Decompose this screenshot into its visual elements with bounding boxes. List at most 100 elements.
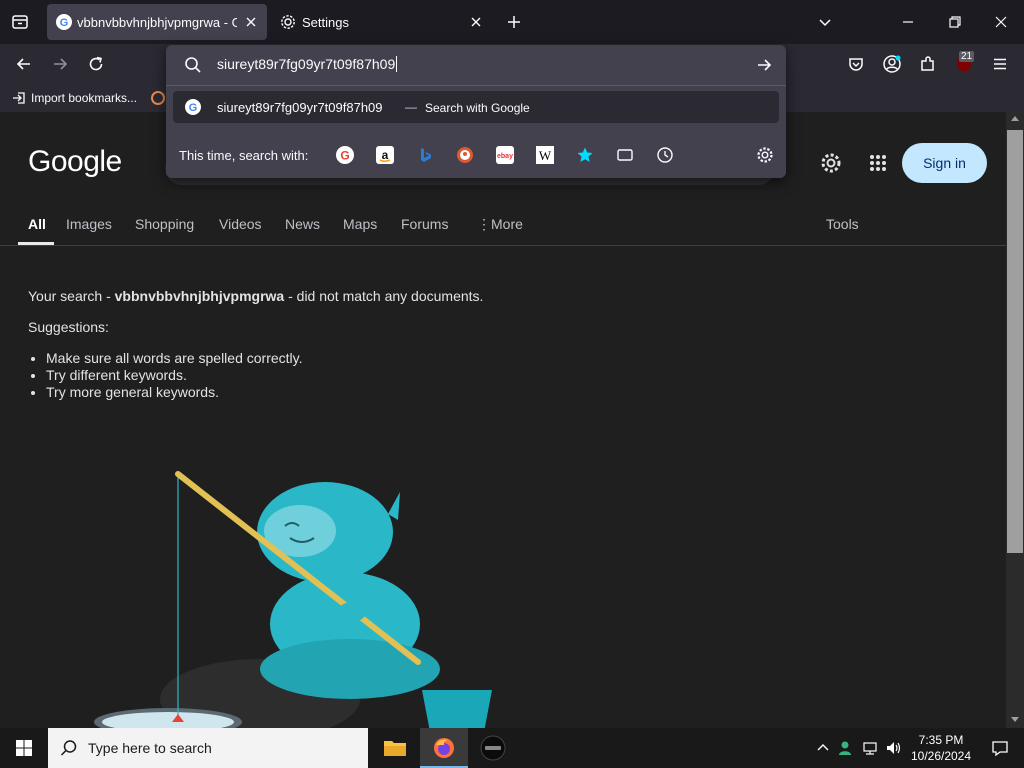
extension-badge: 21: [959, 51, 975, 62]
taskbar-search-placeholder: Type here to search: [88, 740, 212, 756]
suggestion-separator: —: [405, 100, 417, 114]
firefox-taskbar-icon[interactable]: [420, 728, 468, 768]
tab-news[interactable]: News: [285, 216, 320, 232]
tab-all[interactable]: All: [28, 216, 46, 232]
google-logo[interactable]: Google: [28, 145, 122, 179]
bookmarks-star-icon[interactable]: [575, 145, 595, 165]
search-suggestion-row[interactable]: G siureyt89r7fg09yr7t09f87h09 — Search w…: [173, 91, 779, 123]
bookmark-favicon-icon[interactable]: [150, 90, 166, 106]
text-caret: [396, 56, 398, 72]
tools-button[interactable]: Tools: [826, 216, 859, 232]
notification-icon[interactable]: [976, 728, 1024, 768]
clock[interactable]: 7:35 PM 10/26/2024: [910, 732, 972, 764]
taskbar-search-box[interactable]: Type here to search: [48, 728, 368, 768]
windows-start-icon[interactable]: [0, 728, 48, 768]
google-favicon-icon: G: [56, 14, 72, 30]
tab-more[interactable]: More: [491, 216, 523, 232]
search-icon: [184, 56, 202, 74]
more-dots-icon[interactable]: ⋮: [477, 216, 491, 233]
url-text-wrapper: siureyt89r7fg09yr7t09f87h09: [217, 56, 398, 72]
new-tab-icon[interactable]: [500, 8, 528, 36]
sign-in-button[interactable]: Sign in: [902, 143, 987, 183]
volume-icon[interactable]: [883, 728, 905, 768]
tab-forums[interactable]: Forums: [401, 216, 448, 232]
tab-videos[interactable]: Videos: [219, 216, 262, 232]
tab-shopping[interactable]: Shopping: [135, 216, 194, 232]
clock-time: 7:35 PM: [918, 733, 964, 747]
chevron-down-icon[interactable]: [811, 8, 839, 36]
scrollbar-thumb[interactable]: [1007, 130, 1023, 553]
svg-text:G: G: [340, 149, 349, 163]
scroll-down-arrow-icon[interactable]: [1011, 717, 1019, 722]
gear-icon: [280, 14, 296, 30]
tab-maps[interactable]: Maps: [343, 216, 377, 232]
google-icon: G: [185, 99, 201, 115]
no-results-message: Your search - vbbnvbbvhnjbhjvpmgrwa - di…: [28, 288, 483, 401]
app-taskbar-icon[interactable]: [469, 728, 517, 768]
suggestion-action: Search with Google: [425, 101, 530, 115]
bing-icon[interactable]: [415, 145, 435, 165]
wikipedia-icon[interactable]: W: [535, 145, 555, 165]
scroll-up-arrow-icon[interactable]: [1011, 116, 1019, 121]
menu-hamburger-icon[interactable]: [986, 50, 1014, 78]
search-engine-shortcuts: This time, search with: G a ebay W: [166, 135, 786, 175]
suggestion-item: Make sure all words are spelled correctl…: [46, 350, 483, 367]
close-tab-icon[interactable]: [468, 14, 484, 30]
tabs-icon[interactable]: [615, 145, 635, 165]
user-status-icon[interactable]: [835, 728, 857, 768]
import-bookmarks-label: Import bookmarks...: [31, 91, 138, 105]
suggestions-title: Suggestions:: [28, 319, 109, 335]
duckduckgo-icon[interactable]: [455, 145, 475, 165]
search-icon: [60, 739, 78, 757]
engines-label: This time, search with:: [179, 148, 309, 163]
tab-settings[interactable]: Settings: [270, 4, 492, 40]
suggestion-item: Try different keywords.: [46, 367, 483, 384]
history-icon[interactable]: [655, 145, 675, 165]
windows-taskbar: Type here to search 7:35 PM 10/26/2024: [0, 728, 1024, 768]
urlbar-divider: [166, 85, 786, 86]
minimize-icon[interactable]: [894, 8, 922, 36]
svg-text:G: G: [189, 102, 198, 114]
tab-google-search[interactable]: G vbbnvbbvhnjbhjvpmgrwa - Goo: [47, 4, 267, 40]
ublock-extension-icon[interactable]: 21: [950, 50, 978, 78]
message-suffix: - did not match any documents.: [284, 288, 484, 304]
network-icon[interactable]: [859, 728, 883, 768]
message-prefix: Your search -: [28, 288, 115, 304]
google-icon[interactable]: G: [335, 145, 355, 165]
google-results-page: Google Sign in All Images Shopping Video…: [0, 112, 1006, 728]
extensions-puzzle-icon[interactable]: [914, 50, 942, 78]
pocket-icon[interactable]: [842, 50, 870, 78]
search-settings-gear-icon[interactable]: [755, 145, 775, 165]
svg-text:W: W: [539, 148, 552, 163]
tab-bar: G vbbnvbbvhnjbhjvpmgrwa - Goo Settings: [0, 0, 1024, 44]
suggestion-query: siureyt89r7fg09yr7t09f87h09: [217, 100, 383, 115]
apps-grid-icon[interactable]: [864, 149, 892, 177]
url-text: siureyt89r7fg09yr7t09f87h09: [217, 56, 396, 72]
tabs-divider: [0, 245, 1006, 246]
forward-arrow-icon[interactable]: [46, 50, 74, 78]
account-icon[interactable]: [878, 50, 906, 78]
import-bookmarks-button[interactable]: Import bookmarks...: [12, 91, 137, 105]
ebay-icon[interactable]: ebay: [495, 145, 515, 165]
go-arrow-icon[interactable]: [755, 56, 773, 74]
import-icon: [12, 91, 26, 105]
amazon-icon[interactable]: a: [375, 145, 395, 165]
address-bar-input[interactable]: siureyt89r7fg09yr7t09f87h09: [166, 45, 786, 85]
file-explorer-icon[interactable]: [371, 728, 419, 768]
suggestion-item: Try more general keywords.: [46, 384, 483, 401]
tab-title: Settings: [302, 15, 349, 30]
close-tab-icon[interactable]: [243, 14, 259, 30]
svg-text:a: a: [382, 148, 389, 162]
chevron-up-icon[interactable]: [812, 728, 834, 768]
suggestions-list: Make sure all words are spelled correctl…: [28, 350, 483, 401]
clock-date: 10/26/2024: [910, 749, 972, 763]
close-window-icon[interactable]: [987, 8, 1015, 36]
reload-icon[interactable]: [82, 50, 110, 78]
tab-list-icon[interactable]: [6, 8, 34, 36]
svg-text:ebay: ebay: [497, 153, 513, 160]
tab-title: vbbnvbbvhnjbhjvpmgrwa - Goo: [77, 15, 237, 30]
back-arrow-icon[interactable]: [10, 50, 38, 78]
settings-gear-icon[interactable]: [817, 149, 845, 177]
tab-images[interactable]: Images: [66, 216, 112, 232]
restore-icon[interactable]: [941, 8, 969, 36]
